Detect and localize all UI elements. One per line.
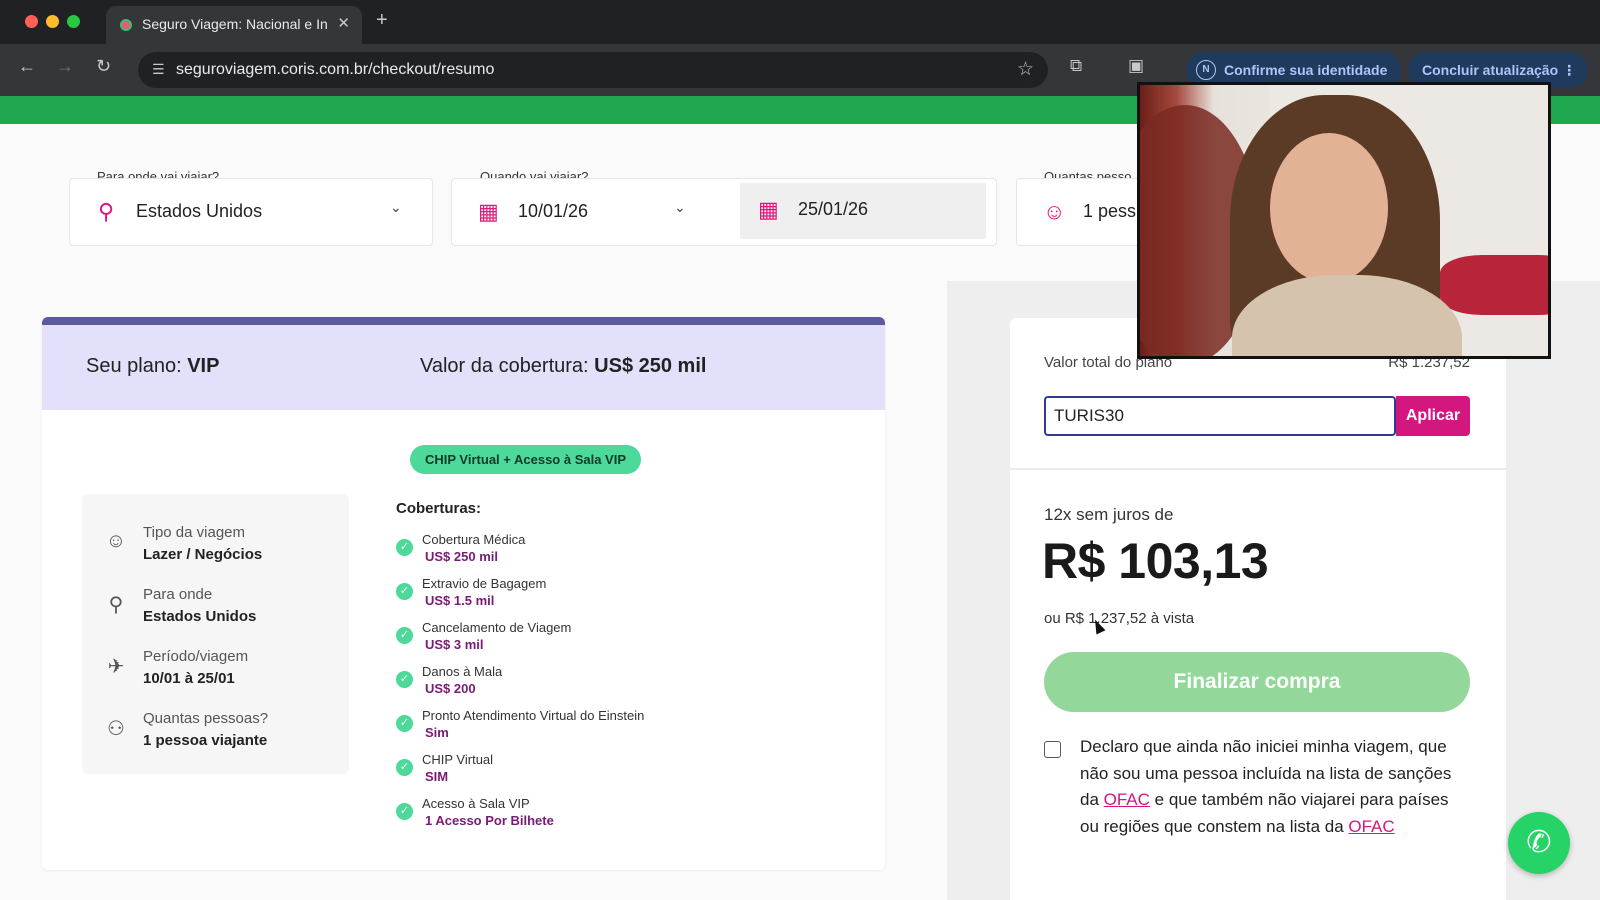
update-label: Concluir atualização xyxy=(1422,62,1559,78)
trip-value: 1 pessoa viajante xyxy=(143,732,268,749)
start-date[interactable]: 10/01/26 xyxy=(518,201,588,222)
calendar-icon: ▦ xyxy=(478,199,499,224)
plan-name: Seu plano: VIP xyxy=(86,355,219,378)
person-icon: ☺ xyxy=(105,530,127,552)
tab-search-icon[interactable]: ▣ xyxy=(1128,56,1144,76)
coverage-amount: US$ 3 mil xyxy=(425,637,484,652)
trip-label: Tipo da viagem xyxy=(143,524,245,541)
ofac-link[interactable]: OFAC xyxy=(1104,790,1150,809)
menu-icon[interactable]: ⋮ xyxy=(1562,52,1576,88)
check-icon: ✓ xyxy=(396,671,413,688)
tab-strip: Seguro Viagem: Nacional e In ✕ + xyxy=(0,0,1600,44)
red-cushion-shape xyxy=(1440,255,1548,315)
whatsapp-button[interactable]: ✆ xyxy=(1508,812,1570,874)
coverage-prefix: Valor da cobertura: xyxy=(420,355,595,377)
tab-close-icon[interactable]: ✕ xyxy=(337,14,350,32)
check-icon: ✓ xyxy=(396,627,413,644)
trip-label: Quantas pessoas? xyxy=(143,710,269,727)
plan-name-value: VIP xyxy=(187,355,220,377)
finish-purchase-button[interactable]: Finalizar compra xyxy=(1044,652,1470,712)
close-window-button[interactable] xyxy=(25,15,38,28)
installments-label: 12x sem juros de xyxy=(1044,505,1174,524)
plan-coverage: Valor da cobertura: US$ 250 mil xyxy=(420,355,706,378)
coverage-amount: US$ 1.5 mil xyxy=(425,593,495,608)
address-bar[interactable]: ☰ seguroviagem.coris.com.br/checkout/res… xyxy=(138,52,1048,88)
chevron-down-icon[interactable]: ⌄ xyxy=(674,199,686,216)
plan-header: Seu plano: VIP Valor da cobertura: US$ 2… xyxy=(42,325,885,410)
coverage-amount: US$ 250 mil xyxy=(425,549,498,564)
trip-value: 10/01 à 25/01 xyxy=(143,670,235,687)
chevron-down-icon: ⌄ xyxy=(390,199,402,215)
end-date: 25/01/26 xyxy=(798,199,869,219)
coverage-name: Extravio de Bagagem xyxy=(422,576,547,591)
plan-card: Seu plano: VIP Valor da cobertura: US$ 2… xyxy=(42,317,885,870)
people-value: 1 pess xyxy=(1083,201,1137,221)
order-summary-card: Valor total do plano R$ 1.237,52 Aplicar… xyxy=(1010,318,1506,900)
summary-divider xyxy=(1010,468,1506,470)
plan-badge: CHIP Virtual + Acesso à Sala VIP xyxy=(410,445,641,474)
star-icon[interactable]: ☆ xyxy=(1017,58,1034,81)
installment-price: R$ 103,13 xyxy=(1042,533,1269,589)
browser-tab[interactable]: Seguro Viagem: Nacional e In ✕ xyxy=(106,6,362,44)
minimize-window-button[interactable] xyxy=(46,15,59,28)
coverage-name: Acesso à Sala VIP xyxy=(422,796,530,811)
end-date-field[interactable]: ▦ 25/01/26 xyxy=(740,183,986,239)
person-add-icon: ☺ xyxy=(1043,199,1066,224)
reload-icon[interactable]: ↻ xyxy=(96,56,111,77)
site-settings-icon[interactable]: ☰ xyxy=(152,61,165,78)
extensions-icon[interactable]: ⧉ xyxy=(1070,56,1082,76)
back-icon[interactable]: ← xyxy=(18,56,36,77)
apply-coupon-button[interactable]: Aplicar xyxy=(1396,396,1470,436)
coverage-value: US$ 250 mil xyxy=(594,355,707,377)
plan-card-accent xyxy=(42,317,885,325)
location-pin-icon: ⚲ xyxy=(108,594,124,616)
coverage-name: Danos à Mala xyxy=(422,664,503,679)
coupon-input[interactable] xyxy=(1044,396,1396,436)
plane-icon: ✈ xyxy=(107,656,125,678)
coverage-amount: SIM xyxy=(425,769,449,784)
coverage-name: Cobertura Médica xyxy=(422,532,526,547)
whatsapp-icon: ✆ xyxy=(1526,826,1552,859)
maximize-window-button[interactable] xyxy=(67,15,80,28)
cash-price: ou R$ 1.237,52 à vista xyxy=(1044,610,1195,627)
check-icon: ✓ xyxy=(396,759,413,776)
destination-value: Estados Unidos xyxy=(136,201,263,221)
coverages-title: Coberturas: xyxy=(396,500,482,517)
check-icon: ✓ xyxy=(396,803,413,820)
declaration-text: Declaro que ainda não iniciei minha viag… xyxy=(1080,734,1470,840)
coverage-amount: Sim xyxy=(425,725,449,740)
check-icon: ✓ xyxy=(396,583,413,600)
confirm-identity-label: Confirme sua identidade xyxy=(1224,62,1388,78)
location-pin-icon: ⚲ xyxy=(98,199,115,224)
trip-label: Período/viagem xyxy=(143,648,249,665)
coverage-amount: US$ 200 xyxy=(425,681,476,696)
new-tab-button[interactable]: + xyxy=(376,9,388,32)
plan-prefix: Seu plano: xyxy=(86,355,188,377)
favicon-icon xyxy=(120,19,132,31)
trip-details: ☺ Tipo da viagem Lazer / Negócios ⚲ Para… xyxy=(82,494,349,774)
coverage-name: Cancelamento de Viagem xyxy=(422,620,572,635)
trip-label: Para onde xyxy=(143,586,213,603)
tab-title: Seguro Viagem: Nacional e In xyxy=(142,16,328,32)
coverage-name: Pronto Atendimento Virtual do Einstein xyxy=(422,708,645,723)
ofac-link[interactable]: OFAC xyxy=(1348,817,1394,836)
check-icon: ✓ xyxy=(396,715,413,732)
person-face-shape xyxy=(1270,133,1388,283)
webcam-overlay xyxy=(1137,82,1551,359)
trip-value: Lazer / Negócios xyxy=(143,546,263,563)
trip-value: Estados Unidos xyxy=(143,608,257,625)
url-text[interactable]: seguroviagem.coris.com.br/checkout/resum… xyxy=(176,61,494,79)
people-select[interactable]: ☺ 1 pess xyxy=(1016,178,1146,246)
destination-select[interactable]: ⚲ Estados Unidos ⌄ xyxy=(69,178,433,246)
check-icon: ✓ xyxy=(396,539,413,556)
people-icon: ⚇ xyxy=(107,718,125,740)
declaration-checkbox[interactable] xyxy=(1044,741,1061,758)
forward-icon[interactable]: → xyxy=(56,56,74,77)
coverage-name: CHIP Virtual xyxy=(422,752,494,767)
calendar-icon: ▦ xyxy=(758,197,779,222)
profile-badge-icon: N xyxy=(1196,60,1216,80)
coverage-amount: 1 Acesso Por Bilhete xyxy=(425,813,554,828)
